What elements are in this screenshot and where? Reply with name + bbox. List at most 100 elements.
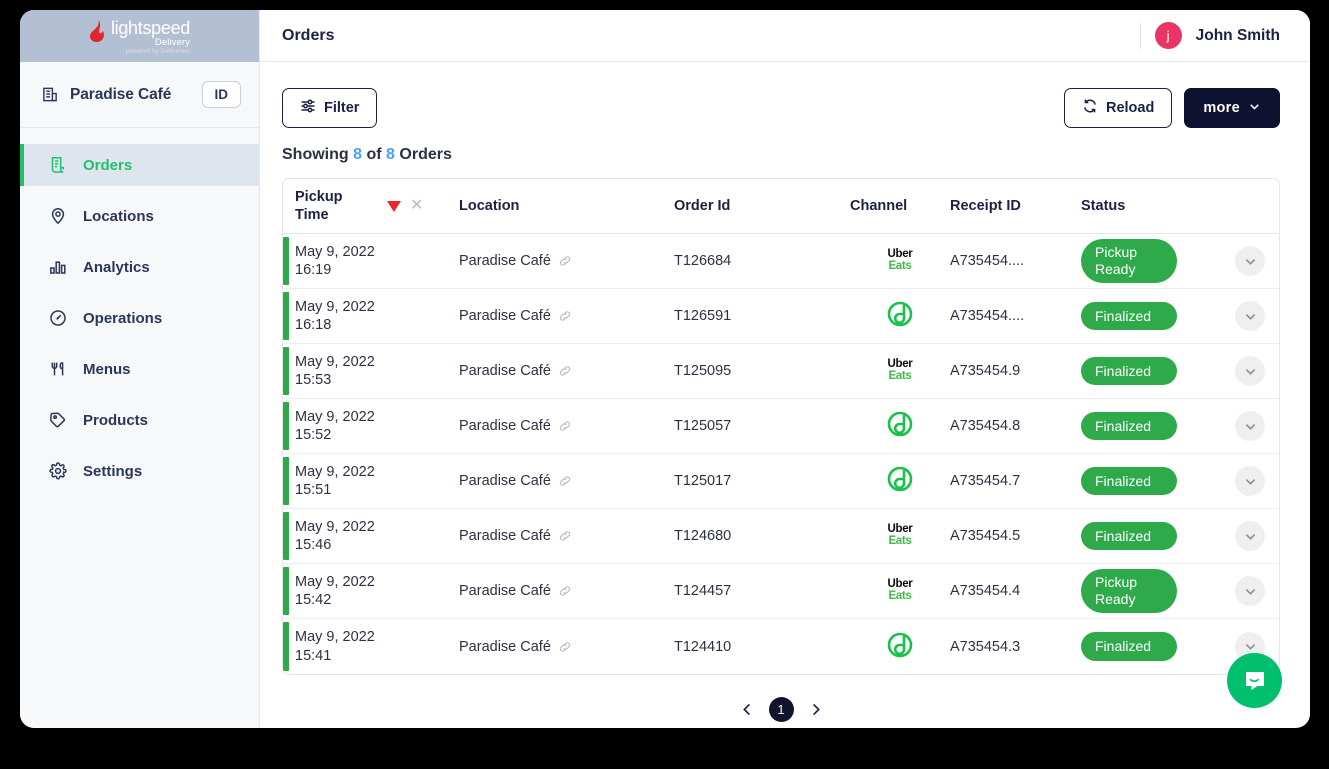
link-icon[interactable] <box>558 529 572 543</box>
location-name: Paradise Café <box>459 528 551 544</box>
pagination-page-1[interactable]: 1 <box>769 697 794 722</box>
cell-status: Finalized <box>1081 522 1235 551</box>
cell-status: Finalized <box>1081 467 1235 496</box>
sidebar-item-analytics[interactable]: Analytics <box>20 246 259 288</box>
column-header-status[interactable]: Status <box>1081 198 1279 214</box>
cell-pickup-time: May 9, 2022 15:41 <box>295 628 375 664</box>
link-icon[interactable] <box>558 474 572 488</box>
showing-total: 8 <box>386 146 395 163</box>
cell-order-id: T125057 <box>674 418 850 434</box>
cell-receipt-id: A735454.8 <box>950 418 1081 434</box>
pickup-time: 15:52 <box>295 426 375 444</box>
avatar[interactable]: j <box>1155 22 1182 49</box>
expand-row-button[interactable] <box>1235 521 1265 551</box>
table-row[interactable]: May 9, 2022 15:46 Paradise Café T124680 … <box>283 509 1279 564</box>
sidebar-item-orders[interactable]: Orders <box>20 144 259 186</box>
link-icon[interactable] <box>558 254 572 268</box>
cell-pickup-time: May 9, 2022 15:53 <box>295 353 375 389</box>
expand-row-button[interactable] <box>1235 466 1265 496</box>
cell-order-id: T126591 <box>674 308 850 324</box>
column-header-location[interactable]: Location <box>459 198 674 214</box>
app-window: lightspeed Delivery powered by Deliverec… <box>20 10 1310 728</box>
cell-receipt-id: A735454.7 <box>950 473 1081 489</box>
link-icon[interactable] <box>558 364 572 378</box>
pickup-date: May 9, 2022 <box>295 518 375 536</box>
store-id-badge[interactable]: ID <box>202 81 242 108</box>
expand-row-button[interactable] <box>1235 576 1265 606</box>
link-icon[interactable] <box>558 419 572 433</box>
cell-pickup-time: May 9, 2022 16:18 <box>295 298 375 334</box>
pickup-date: May 9, 2022 <box>295 463 375 481</box>
deliverect-logo-icon <box>887 466 913 496</box>
more-button[interactable]: more <box>1184 88 1280 128</box>
sidebar-item-operations[interactable]: Operations <box>20 297 259 339</box>
cell-order-id: T124680 <box>674 528 850 544</box>
sidebar-item-products[interactable]: Products <box>20 399 259 441</box>
status-badge: PickupReady <box>1081 569 1177 613</box>
table-row[interactable]: May 9, 2022 16:19 Paradise Café T126684 … <box>283 234 1279 289</box>
link-icon[interactable] <box>558 640 572 654</box>
sidebar-item-settings[interactable]: Settings <box>20 450 259 492</box>
table-row[interactable]: May 9, 2022 15:42 Paradise Café T124457 … <box>283 564 1279 619</box>
pickup-time: 16:19 <box>295 261 375 279</box>
pickup-time: 15:41 <box>295 647 375 665</box>
cell-location: Paradise Café <box>459 363 674 379</box>
intercom-chat-button[interactable] <box>1227 653 1282 708</box>
reload-button[interactable]: Reload <box>1064 88 1172 128</box>
expand-row-button[interactable] <box>1235 411 1265 441</box>
location-name: Paradise Café <box>459 363 551 379</box>
cell-pickup-time: May 9, 2022 16:19 <box>295 243 375 279</box>
sidebar-item-locations[interactable]: Locations <box>20 195 259 237</box>
sort-descending-icon[interactable] <box>387 201 401 212</box>
filter-button[interactable]: Filter <box>282 88 377 128</box>
status-badge: Finalized <box>1081 632 1177 661</box>
expand-row-button[interactable] <box>1235 301 1265 331</box>
column-header-receipt-id[interactable]: Receipt ID <box>950 198 1081 214</box>
column-header-pickup-time[interactable]: Pickup Time <box>295 188 375 224</box>
pickup-time: 15:53 <box>295 371 375 389</box>
sidebar-item-label: Analytics <box>83 259 150 276</box>
brand-logo[interactable]: lightspeed Delivery powered by Deliverec… <box>20 10 259 62</box>
expand-row-button[interactable] <box>1235 246 1265 276</box>
lightspeed-flame-icon <box>89 20 106 42</box>
cell-order-id: T124410 <box>674 639 850 655</box>
uber-eats-logo-icon: UberEats <box>887 524 912 547</box>
sidebar-item-label: Menus <box>83 361 131 378</box>
table-row[interactable]: May 9, 2022 15:52 Paradise Café T125057 … <box>283 399 1279 454</box>
link-icon[interactable] <box>558 584 572 598</box>
cell-order-id: T125095 <box>674 363 850 379</box>
deliverect-logo-icon <box>887 301 913 331</box>
cell-channel: UberEats <box>850 579 950 602</box>
deliverect-logo-icon <box>887 632 913 662</box>
clear-sort-icon[interactable]: ✕ <box>410 198 423 214</box>
table-header-row: Pickup Time ✕ Location Order Id Channel … <box>283 179 1279 234</box>
table-row[interactable]: May 9, 2022 16:18 Paradise Café T126591 … <box>283 289 1279 344</box>
pagination-next-button[interactable] <box>808 702 823 717</box>
showing-count: 8 <box>353 146 362 163</box>
pagination: 1 <box>282 675 1280 722</box>
link-icon[interactable] <box>558 309 572 323</box>
table-row[interactable]: May 9, 2022 15:53 Paradise Café T125095 … <box>283 344 1279 399</box>
column-header-order-id[interactable]: Order Id <box>674 198 850 214</box>
sidebar-item-label: Locations <box>83 208 154 225</box>
refresh-icon <box>1082 98 1098 118</box>
cell-order-id: T124457 <box>674 583 850 599</box>
cell-channel: UberEats <box>850 249 950 272</box>
cell-location: Paradise Café <box>459 418 674 434</box>
user-name[interactable]: John Smith <box>1196 27 1280 45</box>
header-divider <box>1140 23 1141 49</box>
deliverect-logo-icon <box>887 411 913 441</box>
expand-row-button[interactable] <box>1235 356 1265 386</box>
status-badge: PickupReady <box>1081 239 1177 283</box>
status-badge: Finalized <box>1081 522 1177 551</box>
pagination-prev-button[interactable] <box>740 702 755 717</box>
sidebar-item-menus[interactable]: Menus <box>20 348 259 390</box>
table-row[interactable]: May 9, 2022 15:41 Paradise Café T124410 … <box>283 619 1279 674</box>
results-count: Showing 8 of 8 Orders <box>282 146 1280 164</box>
column-header-channel[interactable]: Channel <box>850 198 950 214</box>
table-row[interactable]: May 9, 2022 15:51 Paradise Café T125017 … <box>283 454 1279 509</box>
store-selector[interactable]: Paradise Café ID <box>20 62 259 128</box>
cell-receipt-id: A735454.9 <box>950 363 1081 379</box>
cell-receipt-id: A735454.... <box>950 253 1081 269</box>
pickup-time: 15:42 <box>295 591 375 609</box>
